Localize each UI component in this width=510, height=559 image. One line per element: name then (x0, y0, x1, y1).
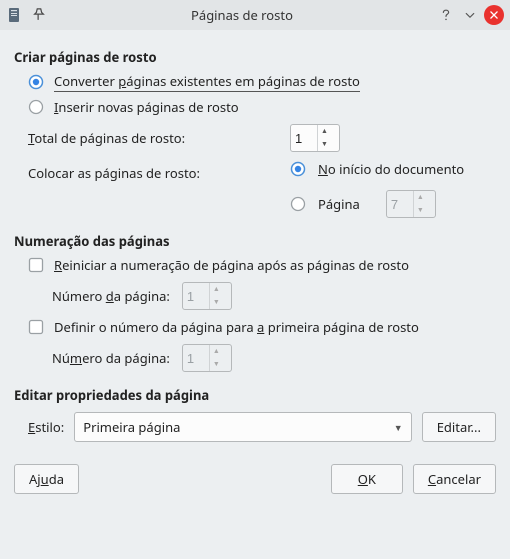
check-restart-label: Reiniciar a numeração de página após as … (54, 256, 409, 274)
help-icon[interactable] (436, 5, 456, 25)
place-label: Colocar as páginas de rosto: (28, 160, 278, 182)
total-label: Total de páginas de rosto: (28, 129, 278, 147)
cancel-button[interactable]: Cancelar (413, 464, 496, 494)
ok-button[interactable]: OK (331, 464, 403, 494)
style-combo[interactable]: Primeira página ▼ (74, 412, 411, 442)
radio-place-page-label: Página (318, 195, 360, 213)
help-button[interactable]: Ajuda (14, 464, 79, 494)
total-input[interactable] (291, 131, 317, 146)
style-label: Estilo: (28, 418, 64, 436)
checkbox-icon (28, 319, 44, 335)
radio-insert-label: Inserir novas páginas de rosto (54, 98, 239, 116)
restart-num-input (183, 289, 209, 304)
radio-icon (28, 74, 44, 90)
radio-convert-label: Converter páginas existentes em páginas … (54, 72, 360, 92)
section-make-header: Criar páginas de rosto (14, 48, 496, 66)
radio-icon (28, 99, 44, 115)
minimize-icon[interactable] (460, 5, 480, 25)
radio-place-start[interactable]: No início do documento (290, 160, 464, 178)
total-spin[interactable]: ▲▼ (290, 124, 340, 152)
window-title: Páginas de rosto (48, 6, 436, 24)
radio-icon (290, 161, 306, 177)
restart-num-label: Número da página: (52, 287, 170, 305)
section-edit-header: Editar propriedades da página (14, 386, 496, 404)
checkbox-icon (28, 257, 44, 273)
close-icon[interactable] (484, 5, 504, 25)
setnum-num-input (183, 351, 209, 366)
setnum-num-spin: ▲▼ (182, 344, 232, 372)
radio-place-page[interactable]: Página ▲▼ (290, 190, 464, 218)
style-combo-value: Primeira página (83, 418, 394, 436)
app-icon (6, 6, 24, 24)
place-page-input (387, 197, 413, 212)
check-setnum-label: Definir o número da página para a primei… (54, 318, 419, 336)
setnum-num-label: Número da página: (52, 349, 170, 367)
radio-convert[interactable]: Converter páginas existentes em páginas … (28, 72, 496, 92)
check-restart[interactable]: Reiniciar a numeração de página após as … (28, 256, 496, 274)
section-numbering-header: Numeração das páginas (14, 232, 496, 250)
chevron-down-icon: ▼ (394, 421, 403, 434)
radio-icon (290, 196, 306, 212)
restart-num-spin: ▲▼ (182, 282, 232, 310)
place-page-spin: ▲▼ (386, 190, 436, 218)
titlebar: Páginas de rosto (0, 0, 510, 30)
radio-place-start-label: No início do documento (318, 160, 464, 178)
radio-insert[interactable]: Inserir novas páginas de rosto (28, 98, 496, 116)
pin-icon[interactable] (30, 6, 48, 24)
check-setnum[interactable]: Definir o número da página para a primei… (28, 318, 496, 336)
edit-button[interactable]: Editar... (422, 412, 496, 442)
